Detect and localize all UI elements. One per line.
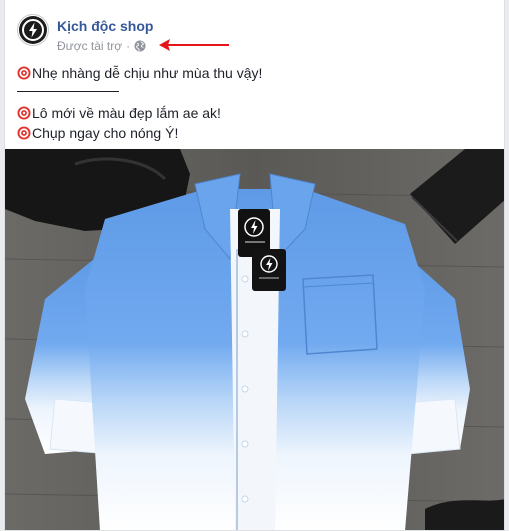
- text-divider: [17, 91, 119, 92]
- post-card: Kịch độc shop Được tài trợ · Nhẹ nhàng d…: [4, 0, 505, 531]
- target-emoji-icon: [17, 66, 31, 80]
- target-emoji-icon: [17, 106, 31, 120]
- lightning-logo-icon: [19, 16, 47, 44]
- globe-icon[interactable]: [134, 40, 146, 52]
- message-text-2: Lô mới về màu đẹp lắm ae ak!: [32, 105, 221, 121]
- post-meta: Được tài trợ ·: [57, 39, 146, 53]
- meta-separator: ·: [126, 39, 131, 53]
- page-name-link[interactable]: Kịch độc shop: [57, 18, 153, 34]
- avatar[interactable]: [17, 14, 49, 46]
- message-line-1: Nhẹ nhàng dễ chịu như mùa thu vậy!: [17, 63, 487, 83]
- post-photo[interactable]: [5, 149, 504, 530]
- sponsored-label[interactable]: Được tài trợ: [57, 39, 122, 53]
- message-line-2: Lô mới về màu đẹp lắm ae ak!: [17, 103, 487, 123]
- message-text-1: Nhẹ nhàng dễ chịu như mùa thu vậy!: [32, 65, 263, 81]
- red-arrow-icon: [159, 38, 231, 57]
- post-header: Kịch độc shop Được tài trợ ·: [17, 14, 487, 54]
- message-line-3: Chụp ngay cho nóng Ý!: [17, 123, 487, 143]
- target-emoji-icon: [17, 126, 31, 140]
- post-message: Nhẹ nhàng dễ chịu như mùa thu vậy! Lô mớ…: [17, 63, 487, 143]
- message-text-3: Chụp ngay cho nóng Ý!: [32, 125, 179, 141]
